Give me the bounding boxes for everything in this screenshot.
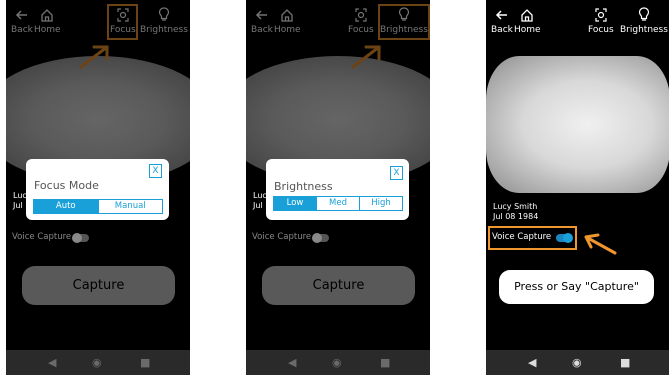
focus-mode-dialog: Focus Mode X Auto Manual	[26, 159, 169, 220]
dialog-title: Brightness	[274, 180, 333, 193]
patient-name: Luc	[13, 191, 27, 200]
camera-preview	[486, 56, 669, 193]
nav-back-triangle-icon[interactable]: ◀	[528, 356, 536, 369]
brightness-option-med[interactable]: Med	[316, 197, 359, 210]
focus-button[interactable]: Focus	[588, 6, 614, 35]
toggle-knob	[72, 233, 82, 243]
patient-name: Lucy Smith	[493, 202, 538, 211]
nav-recents-square-icon[interactable]: ■	[620, 356, 630, 369]
back-button[interactable]: Back	[491, 6, 513, 35]
phone-screen-focus: Back Home Focus Brightness Luc Jul Focus…	[6, 0, 190, 375]
home-button[interactable]: Home	[514, 6, 541, 35]
close-button[interactable]: X	[390, 166, 403, 180]
focus-icon	[595, 8, 607, 22]
nav-home-circle-icon[interactable]: ◉	[572, 356, 582, 369]
dialog-title: Focus Mode	[34, 179, 99, 192]
pointer-arrow-icon	[584, 233, 617, 255]
brightness-option-high[interactable]: High	[359, 197, 402, 210]
patient-info: Lucy Smith Jul 08 1984	[493, 202, 538, 222]
patient-info: Luc Jul	[253, 191, 267, 211]
nav-home-circle-icon[interactable]: ◉	[92, 356, 102, 369]
voice-capture-toggle[interactable]	[556, 233, 573, 243]
phone-screen-voice-capture: Back Home Focus Brightness Lucy Smith Ju…	[486, 0, 669, 375]
back-arrow-icon	[495, 10, 507, 20]
voice-capture-label: Voice Capture	[12, 232, 72, 242]
patient-name: Luc	[253, 191, 267, 200]
nav-back-triangle-icon[interactable]: ◀	[288, 356, 296, 369]
brightness-dialog: Brightness X Low Med High	[266, 159, 409, 220]
patient-info: Luc Jul	[13, 191, 27, 211]
system-nav-bar: ◀ ◉ ■	[6, 350, 190, 375]
home-icon	[521, 9, 533, 22]
nav-back-triangle-icon[interactable]: ◀	[48, 356, 56, 369]
phone-screen-brightness: Back Home Focus Brightness Luc Jul Brigh…	[246, 0, 430, 375]
capture-button[interactable]: Capture	[262, 266, 415, 305]
patient-dob: Jul	[253, 201, 263, 210]
capture-button[interactable]: Capture	[22, 266, 175, 305]
focus-option-auto[interactable]: Auto	[34, 200, 98, 213]
patient-dob: Jul 08 1984	[493, 212, 539, 221]
system-nav-bar: ◀ ◉ ■	[246, 350, 430, 375]
focus-option-manual[interactable]: Manual	[97, 200, 163, 213]
voice-capture-toggle[interactable]	[312, 233, 329, 243]
nav-home-circle-icon[interactable]: ◉	[332, 356, 342, 369]
brightness-button[interactable]: Brightness	[620, 6, 668, 35]
focus-mode-selector: Auto Manual	[33, 199, 163, 214]
nav-recents-square-icon[interactable]: ■	[380, 356, 390, 369]
voice-capture-toggle[interactable]	[72, 233, 89, 243]
system-nav-bar: ◀ ◉ ■	[486, 350, 669, 375]
close-button[interactable]: X	[149, 164, 162, 178]
toggle-knob	[312, 233, 322, 243]
voice-capture-label: Voice Capture	[492, 232, 552, 242]
lightbulb-icon	[638, 7, 650, 21]
toggle-knob	[563, 233, 573, 243]
patient-dob: Jul	[13, 201, 23, 210]
voice-hint-bubble: Press or Say "Capture"	[499, 270, 654, 304]
brightness-selector: Low Med High	[273, 196, 403, 211]
nav-recents-square-icon[interactable]: ■	[140, 356, 150, 369]
voice-capture-label: Voice Capture	[252, 232, 312, 242]
brightness-option-low[interactable]: Low	[274, 197, 316, 210]
